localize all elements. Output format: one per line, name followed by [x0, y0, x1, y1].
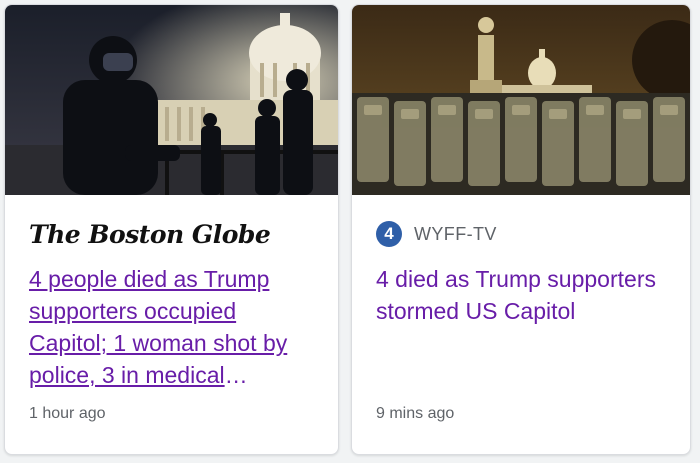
timestamp: 1 hour ago	[29, 405, 106, 422]
channel-4-logo-icon: 4	[376, 221, 402, 247]
news-card[interactable]: The Boston Globe 4 people died as Trump …	[4, 4, 339, 455]
article-thumbnail[interactable]	[5, 5, 338, 195]
headline-link[interactable]: 4 died as Trump supporters stormed US Ca…	[376, 263, 670, 327]
source-name: WYFF-TV	[414, 223, 497, 244]
article-thumbnail[interactable]	[352, 5, 690, 195]
news-source: 4 WYFF-TV	[376, 217, 497, 251]
source-logo: The Boston Globe	[29, 219, 271, 249]
news-carousel: The Boston Globe 4 people died as Trump …	[0, 0, 700, 463]
news-card[interactable]: 4 WYFF-TV 4 died as Trump supporters sto…	[351, 4, 691, 455]
timestamp: 9 mins ago	[376, 405, 455, 422]
headline-link[interactable]: 4 people died as Trump supporters occupi…	[29, 263, 318, 391]
news-source: The Boston Globe	[29, 217, 271, 251]
